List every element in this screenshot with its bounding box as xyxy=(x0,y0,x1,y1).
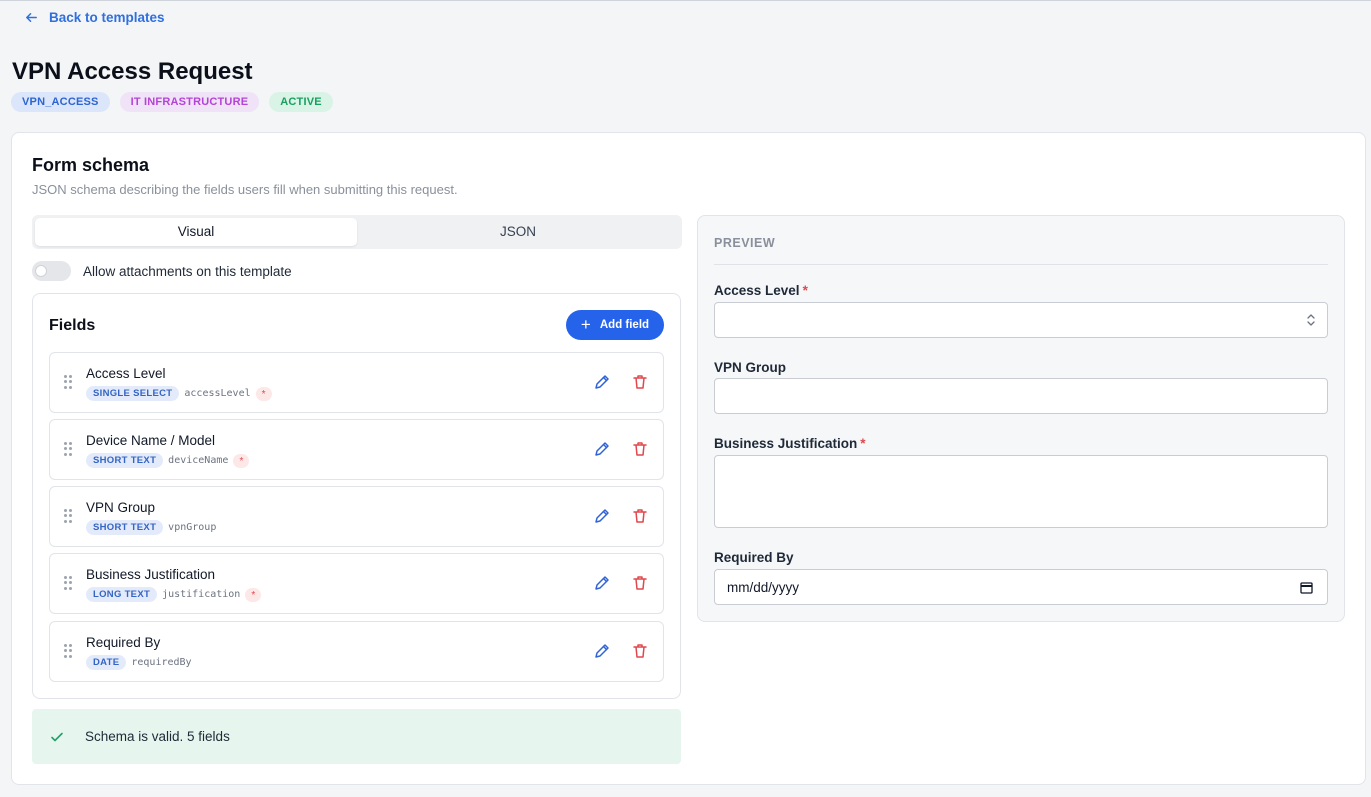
field-row[interactable]: Required By DATE requiredBy xyxy=(49,621,664,682)
preview-label: PREVIEW xyxy=(714,236,776,250)
preview-field-label-text: Access Level xyxy=(714,283,800,298)
arrow-left-icon xyxy=(26,13,37,22)
required-asterisk: * xyxy=(802,283,808,298)
drag-handle-icon[interactable] xyxy=(64,509,72,523)
trash-icon[interactable] xyxy=(631,440,649,458)
form-schema-subtitle: JSON schema describing the fields users … xyxy=(32,182,458,197)
tab-json[interactable]: JSON xyxy=(357,218,679,246)
field-meta: DATE requiredBy xyxy=(86,655,192,670)
trash-icon[interactable] xyxy=(631,507,649,525)
back-to-templates-link[interactable]: Back to templates xyxy=(24,10,165,25)
drag-handle-icon[interactable] xyxy=(64,644,72,658)
plus-icon: + xyxy=(580,315,591,334)
required-chip: * xyxy=(255,386,272,401)
field-meta: SHORT TEXT vpnGroup xyxy=(86,520,216,535)
add-field-button[interactable]: + Add field xyxy=(566,310,664,340)
field-meta: SINGLE SELECT accessLevel * xyxy=(86,386,272,401)
trash-icon[interactable] xyxy=(631,574,649,592)
field-row[interactable]: Business Justification LONG TEXT justifi… xyxy=(49,553,664,614)
field-name: Required By xyxy=(86,635,161,650)
field-row[interactable]: Device Name / Model SHORT TEXT deviceNam… xyxy=(49,419,664,480)
category-badge: IT INFRASTRUCTURE xyxy=(119,92,260,112)
field-type-chip: DATE xyxy=(86,655,127,670)
business-justification-textarea[interactable] xyxy=(714,455,1328,528)
edit-icon[interactable] xyxy=(593,440,611,458)
preview-panel: PREVIEW Access Level * VPN Group Business… xyxy=(697,215,1345,622)
toggle-knob xyxy=(35,265,47,277)
field-key: deviceName xyxy=(168,455,229,466)
field-name: VPN Group xyxy=(86,500,156,515)
field-meta: SHORT TEXT deviceName * xyxy=(86,453,250,468)
required-by-date-input[interactable]: mm/dd/yyyy xyxy=(714,569,1328,605)
field-key: accessLevel xyxy=(184,388,251,399)
edit-icon[interactable] xyxy=(593,642,611,660)
status-badge: ACTIVE xyxy=(269,92,333,112)
edit-icon[interactable] xyxy=(593,507,611,525)
preview-divider xyxy=(714,264,1328,265)
calendar-icon[interactable] xyxy=(1300,581,1313,594)
trash-icon[interactable] xyxy=(631,642,649,660)
field-name: Business Justification xyxy=(86,567,216,582)
edit-icon[interactable] xyxy=(593,373,611,391)
preview-field-label: Business Justification * xyxy=(714,436,866,451)
date-placeholder: mm/dd/yyyy xyxy=(727,580,800,595)
template-badges: VPN_ACCESS IT INFRASTRUCTURE ACTIVE xyxy=(11,92,333,112)
drag-handle-icon[interactable] xyxy=(64,576,72,590)
field-type-chip: SHORT TEXT xyxy=(86,520,164,535)
validation-message: Schema is valid. 5 fields xyxy=(85,729,230,744)
field-meta: LONG TEXT justification * xyxy=(86,587,262,602)
field-row[interactable]: VPN Group SHORT TEXT vpnGroup xyxy=(49,486,664,547)
required-chip: * xyxy=(233,453,250,468)
preview-field-label: VPN Group xyxy=(714,360,786,375)
preview-field-label-text: Required By xyxy=(714,550,794,565)
vpn-group-input[interactable] xyxy=(714,378,1328,414)
edit-icon[interactable] xyxy=(593,574,611,592)
attachments-toggle[interactable] xyxy=(32,261,71,281)
fields-title: Fields xyxy=(49,317,96,334)
check-icon xyxy=(51,732,63,742)
page-title: VPN Access Request xyxy=(12,58,253,85)
back-link-label: Back to templates xyxy=(49,10,165,25)
field-name: Device Name / Model xyxy=(86,433,216,448)
type-badge: VPN_ACCESS xyxy=(11,92,110,112)
preview-field-label-text: Business Justification xyxy=(714,436,858,451)
attachments-toggle-row: Allow attachments on this template xyxy=(32,261,292,281)
field-type-chip: SHORT TEXT xyxy=(86,453,164,468)
drag-handle-icon[interactable] xyxy=(64,375,72,389)
field-row[interactable]: Access Level SINGLE SELECT accessLevel * xyxy=(49,352,664,413)
preview-field-label: Access Level * xyxy=(714,283,808,298)
field-key: requiredBy xyxy=(131,657,192,668)
chevron-updown-icon xyxy=(1307,314,1315,326)
fields-panel: Fields + Add field Access Level SINGLE S… xyxy=(32,293,681,699)
attachments-toggle-label: Allow attachments on this template xyxy=(83,263,292,279)
schema-validation-banner: Schema is valid. 5 fields xyxy=(32,709,681,764)
form-schema-title: Form schema xyxy=(32,155,150,175)
tab-visual[interactable]: Visual xyxy=(35,218,357,246)
preview-field-label: Required By xyxy=(714,550,794,565)
preview-field-label-text: VPN Group xyxy=(714,360,787,375)
add-field-label: Add field xyxy=(599,319,650,331)
required-asterisk: * xyxy=(860,436,866,451)
editor-mode-tabs: Visual JSON xyxy=(32,215,682,249)
trash-icon[interactable] xyxy=(631,373,649,391)
access-level-select[interactable] xyxy=(714,302,1328,338)
field-key: vpnGroup xyxy=(168,522,217,533)
field-type-chip: LONG TEXT xyxy=(86,587,158,602)
form-schema-card: Form schema JSON schema describing the f… xyxy=(11,132,1366,785)
field-type-chip: SINGLE SELECT xyxy=(86,386,180,401)
drag-handle-icon[interactable] xyxy=(64,442,72,456)
field-key: justification xyxy=(162,589,241,600)
field-name: Access Level xyxy=(86,366,166,381)
required-chip: * xyxy=(245,587,262,602)
